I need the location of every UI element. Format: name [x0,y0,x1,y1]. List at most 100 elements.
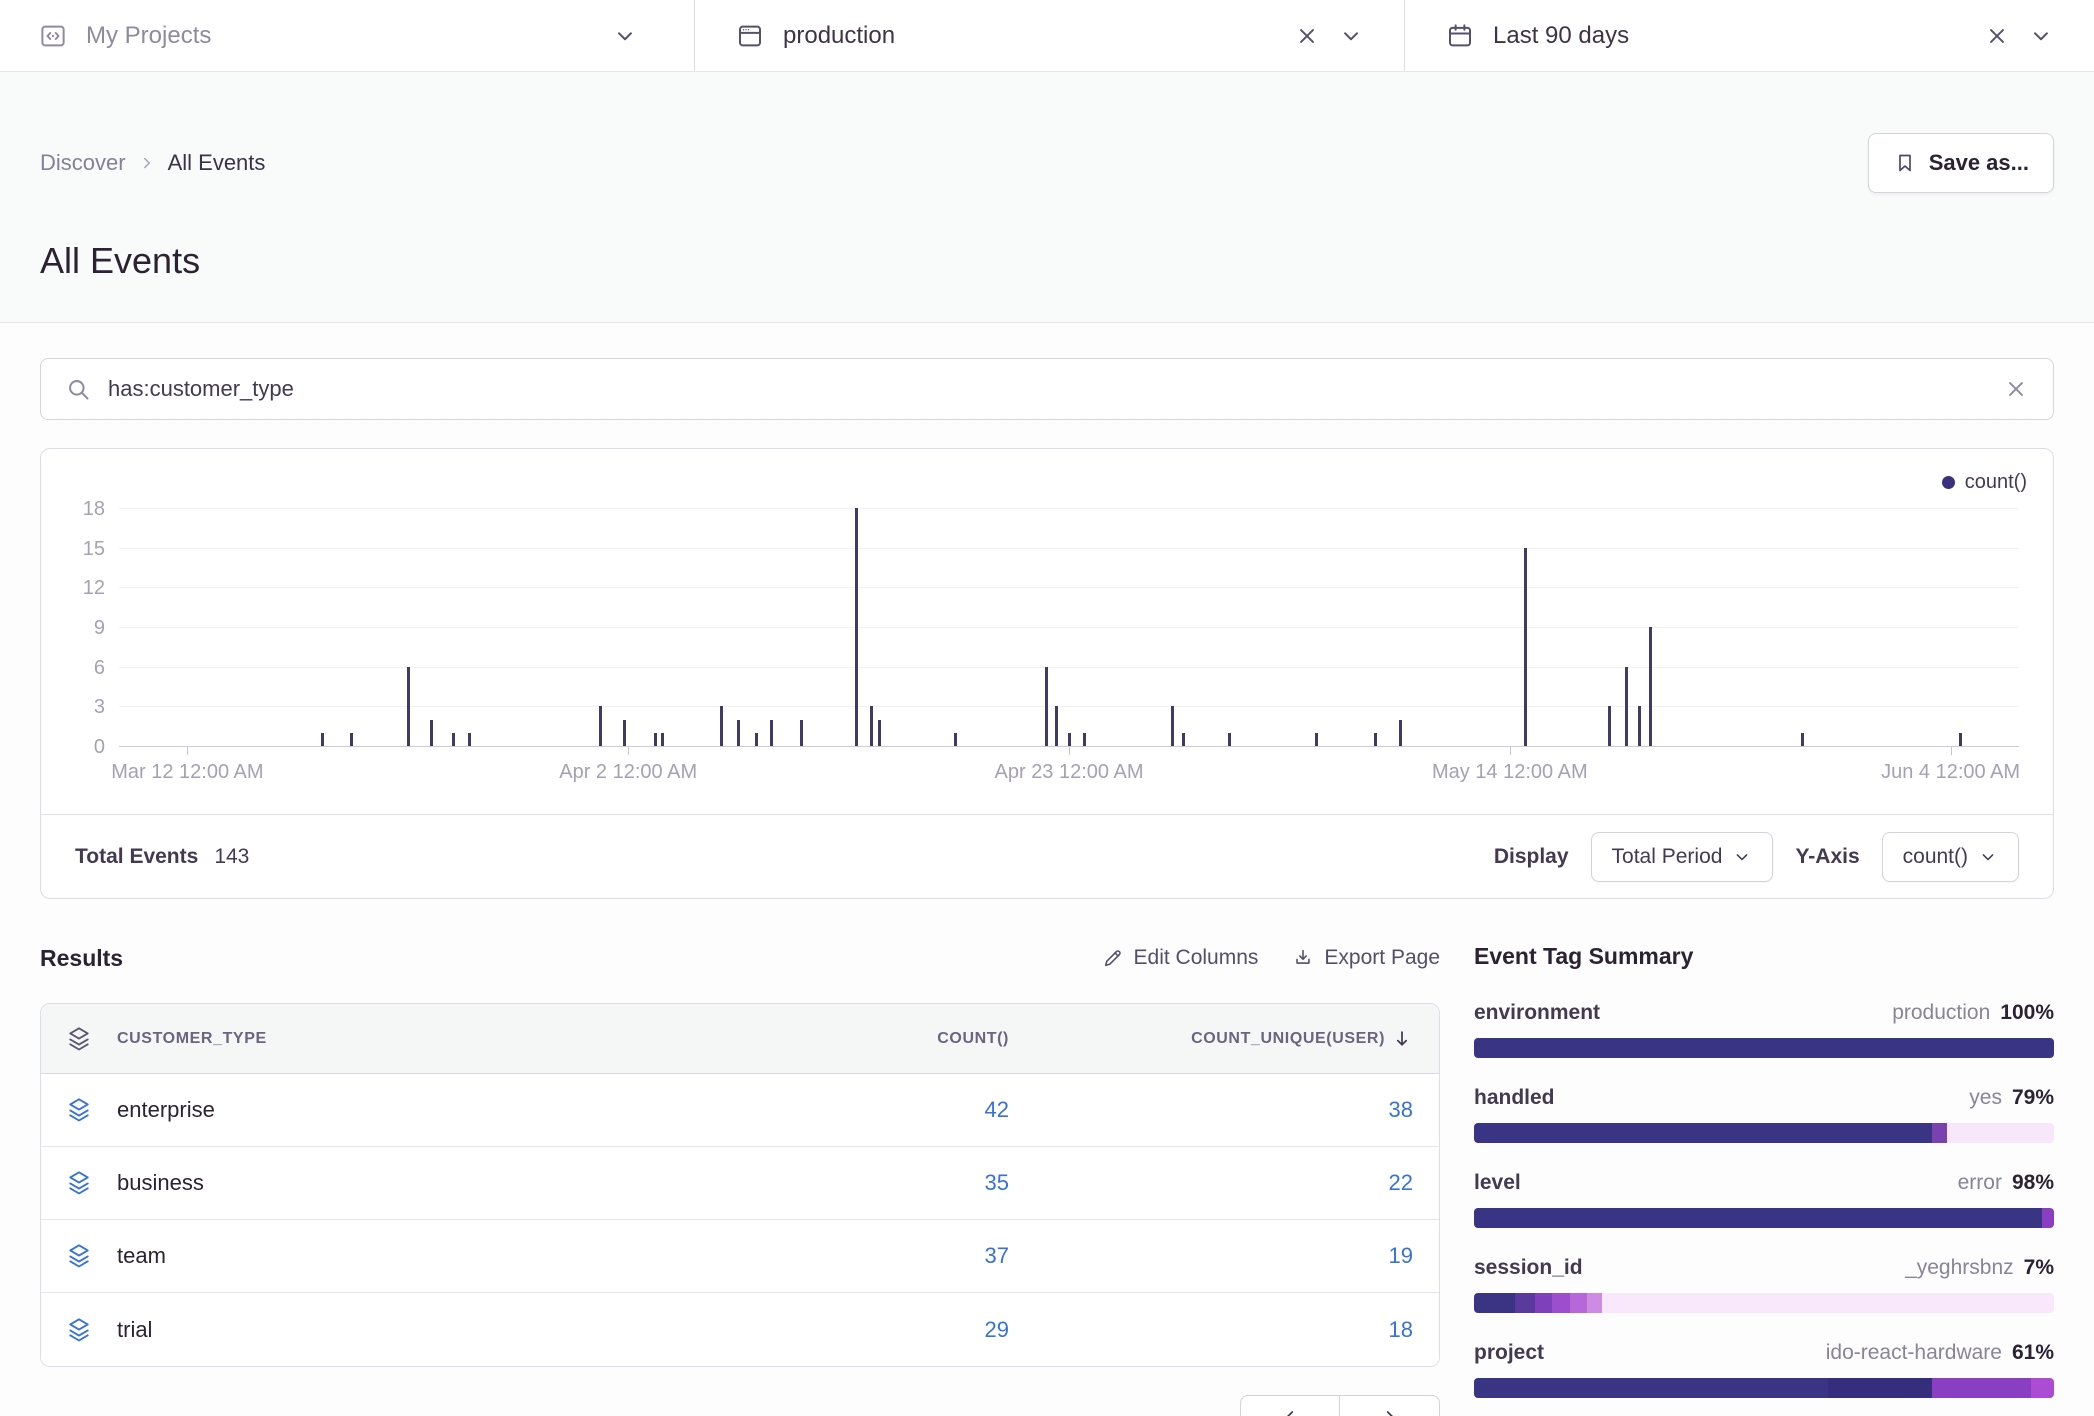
chevron-down-icon[interactable] [612,23,638,49]
display-label: Display [1494,845,1569,869]
chart-plot-area[interactable] [119,509,2019,747]
edit-columns-button[interactable]: Edit Columns [1102,946,1259,970]
chart-bar[interactable] [1524,548,1527,746]
y-axis-tick-label: 12 [41,577,105,600]
table-row[interactable]: team3719 [41,1220,1439,1293]
search-bar [40,358,2054,420]
tag-percentage: 7% [2024,1256,2054,1280]
chart-bar[interactable] [407,667,410,746]
chart-bar[interactable] [321,733,324,746]
x-axis-tick [187,747,188,755]
breadcrumb: Discover All Events [40,150,265,176]
count-link[interactable]: 29 [985,1317,1009,1342]
chart-bar[interactable] [737,720,740,746]
chart-bar[interactable] [1374,733,1377,746]
count-link[interactable]: 37 [985,1243,1009,1268]
clear-search-icon[interactable] [2003,376,2029,402]
chevron-down-icon[interactable] [1338,23,1364,49]
chart-bar[interactable] [1625,667,1628,746]
x-axis-tick-label: Apr 2 12:00 AM [559,761,697,784]
chart-bar[interactable] [720,706,723,746]
chart-bar[interactable] [1315,733,1318,746]
yaxis-label: Y-Axis [1795,845,1859,869]
layers-icon [41,1169,117,1197]
tag-distribution-bar[interactable] [1474,1038,2054,1058]
chart-bar[interactable] [878,720,881,746]
chart-gridline [119,627,2019,628]
clear-daterange-icon[interactable] [1984,23,2010,49]
breadcrumb-discover-link[interactable]: Discover [40,150,126,176]
column-header-customer-type[interactable]: CUSTOMER_TYPE [117,1030,729,1048]
tag-bar-segment [1587,1293,1602,1313]
tag-distribution-bar[interactable] [1474,1208,2054,1228]
x-axis-tick-label: Jun 4 12:00 AM [1881,761,2020,784]
chart-bar[interactable] [1649,627,1652,746]
chart-bar[interactable] [855,508,858,746]
chart-bar[interactable] [800,720,803,746]
chart-bar[interactable] [350,733,353,746]
count-unique-link[interactable]: 18 [1389,1317,1413,1342]
chart-bar[interactable] [755,733,758,746]
chart-bar[interactable] [1608,706,1611,746]
count-unique-link[interactable]: 19 [1389,1243,1413,1268]
count-unique-link[interactable]: 38 [1389,1097,1413,1122]
clear-environment-icon[interactable] [1294,23,1320,49]
chart-bar[interactable] [452,733,455,746]
table-row[interactable]: trial2918 [41,1293,1439,1366]
chart-bar[interactable] [468,733,471,746]
chart-bar[interactable] [430,720,433,746]
chart-bar[interactable] [1228,733,1231,746]
count-unique-cell: 18 [1009,1317,1439,1343]
tag-distribution-bar[interactable] [1474,1293,2054,1313]
chart-bar[interactable] [1068,733,1071,746]
count-unique-link[interactable]: 22 [1389,1170,1413,1195]
chart-bar[interactable] [870,706,873,746]
tag-distribution-bar[interactable] [1474,1123,2054,1143]
count-link[interactable]: 35 [985,1170,1009,1195]
chart-bar[interactable] [654,733,657,746]
chart-bar[interactable] [1171,706,1174,746]
environment-icon [735,21,765,51]
export-page-button[interactable]: Export Page [1292,946,1440,970]
chart-bar[interactable] [1083,733,1086,746]
chart-bar[interactable] [661,733,664,746]
yaxis-dropdown[interactable]: count() [1882,832,2019,882]
chart-bar[interactable] [1801,733,1804,746]
tag-distribution-bar[interactable] [1474,1378,2054,1398]
tag-bar-segment [1474,1378,1828,1398]
next-page-button[interactable] [1340,1395,1440,1416]
tag-summary-heading: Event Tag Summary [1474,943,2054,973]
search-icon [65,376,92,403]
customer-type-cell: enterprise [117,1097,729,1123]
chart-bar[interactable] [1055,706,1058,746]
tag-key: level [1474,1171,1521,1195]
previous-page-button[interactable] [1240,1395,1340,1416]
project-selector[interactable]: My Projects [0,0,695,71]
chart-bar[interactable] [770,720,773,746]
display-dropdown[interactable]: Total Period [1591,832,1774,882]
chart-bar[interactable] [1959,733,1962,746]
column-header-count-unique[interactable]: COUNT_UNIQUE(USER) [1009,1028,1439,1050]
table-row[interactable]: enterprise 42 38 [41,1074,1439,1147]
chart-bar[interactable] [1045,667,1048,746]
environment-selector[interactable]: production [695,0,1405,71]
chart-gridline [119,667,2019,668]
column-header-count[interactable]: COUNT() [729,1030,1009,1048]
tag-bar-segment [1932,1123,1947,1143]
chart-bar[interactable] [623,720,626,746]
chart-bar[interactable] [599,706,602,746]
save-as-button[interactable]: Save as... [1868,133,2054,193]
chart-bar[interactable] [1638,706,1641,746]
chart-bar[interactable] [954,733,957,746]
customer-type-cell: business [117,1170,729,1196]
events-chart-panel: count() 0369121518 Mar 12 12:00 AMApr 2 … [40,448,2054,899]
chevron-down-icon[interactable] [2028,23,2054,49]
table-row[interactable]: business 35 22 [41,1147,1439,1220]
count-link[interactable]: 42 [985,1097,1009,1122]
chart-bar[interactable] [1399,720,1402,746]
tag-bar-segment [1552,1293,1569,1313]
chart-bar[interactable] [1182,733,1185,746]
tag-key: handled [1474,1086,1555,1110]
daterange-selector[interactable]: Last 90 days [1405,0,2094,71]
search-input[interactable] [108,376,1987,402]
